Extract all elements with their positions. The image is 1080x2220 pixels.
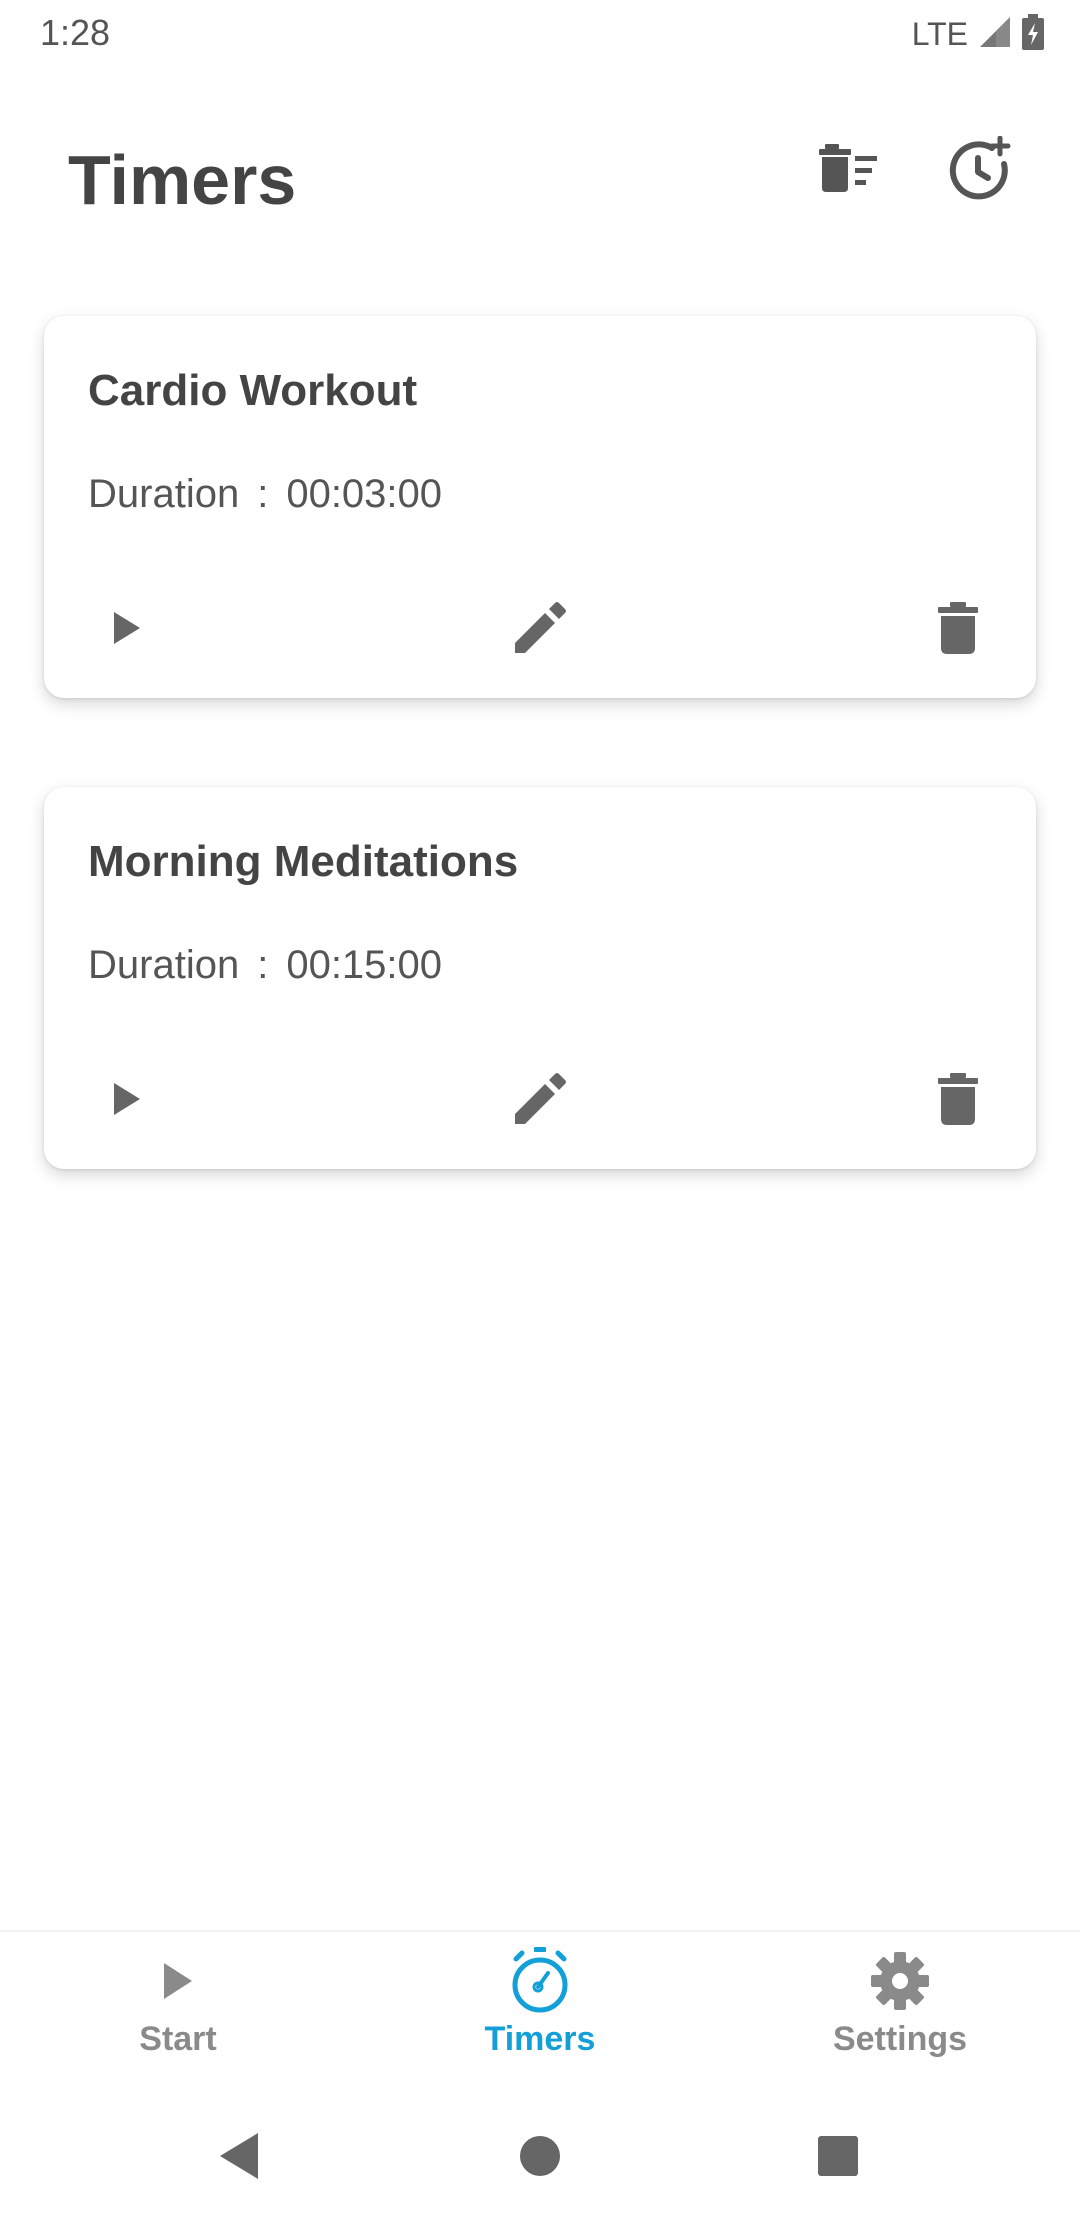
play-icon bbox=[106, 1079, 146, 1124]
nav-label-timers: Timers bbox=[484, 2020, 596, 2058]
nav-item-start[interactable]: Start bbox=[58, 1942, 298, 2082]
trash-icon bbox=[938, 1072, 978, 1130]
stopwatch-icon bbox=[420, 1942, 660, 2020]
timer-card: Cardio Workout Duration:00:03:00 bbox=[44, 316, 1036, 698]
timers-screen: 1:28 LTE Timers Cardio Workout Duration … bbox=[0, 0, 1080, 2220]
add-timer-button[interactable] bbox=[938, 128, 1022, 212]
trash-icon bbox=[938, 601, 978, 659]
status-icons: LTE bbox=[911, 13, 1044, 55]
bottom-navigation: Start Timers Settings bbox=[0, 1930, 1080, 2080]
duration-separator: : bbox=[257, 943, 269, 987]
play-icon bbox=[58, 1942, 298, 2020]
status-bar: 1:28 LTE bbox=[0, 0, 1080, 68]
timer-duration: Duration:00:15:00 bbox=[88, 943, 442, 988]
recents-button[interactable] bbox=[798, 2118, 878, 2198]
pencil-icon bbox=[513, 601, 567, 660]
back-button[interactable] bbox=[200, 2118, 280, 2198]
edit-timer-button[interactable] bbox=[500, 590, 580, 670]
network-type: LTE bbox=[911, 15, 968, 52]
pencil-icon bbox=[513, 1072, 567, 1131]
home-button[interactable] bbox=[500, 2118, 580, 2198]
timer-duration: Duration:00:03:00 bbox=[88, 472, 442, 517]
nav-label-settings: Settings bbox=[832, 2020, 968, 2058]
back-triangle-icon bbox=[218, 2131, 262, 2186]
recents-square-icon bbox=[816, 2134, 860, 2183]
duration-label: Duration bbox=[88, 943, 240, 987]
nav-item-settings[interactable]: Settings bbox=[780, 1942, 1020, 2082]
delete-all-button[interactable] bbox=[808, 128, 892, 212]
status-time: 1:28 bbox=[40, 12, 111, 53]
battery-icon bbox=[1022, 13, 1044, 55]
system-navigation-bar bbox=[0, 2090, 1080, 2220]
signal-icon bbox=[978, 15, 1012, 54]
add-alarm-icon bbox=[948, 135, 1012, 205]
play-timer-button[interactable] bbox=[86, 1061, 166, 1141]
nav-label-start: Start bbox=[139, 2020, 217, 2058]
timer-name: Morning Meditations bbox=[88, 837, 519, 886]
edit-timer-button[interactable] bbox=[500, 1061, 580, 1141]
duration-value: 00:03:00 bbox=[286, 472, 443, 516]
timer-name: Cardio Workout bbox=[88, 366, 418, 415]
page-title: Timers bbox=[68, 141, 297, 219]
duration-label: Duration bbox=[88, 472, 240, 516]
delete-sweep-icon bbox=[819, 142, 881, 199]
home-circle-icon bbox=[518, 2134, 562, 2183]
gear-icon bbox=[780, 1942, 1020, 2020]
delete-timer-button[interactable] bbox=[918, 590, 998, 670]
timer-card: Morning Meditations Duration:00:15:00 bbox=[44, 787, 1036, 1169]
delete-timer-button[interactable] bbox=[918, 1061, 998, 1141]
duration-value: 00:15:00 bbox=[286, 943, 443, 987]
duration-separator: : bbox=[257, 472, 269, 516]
play-icon bbox=[106, 608, 146, 653]
nav-item-timers[interactable]: Timers bbox=[420, 1942, 660, 2082]
play-timer-button[interactable] bbox=[86, 590, 166, 670]
